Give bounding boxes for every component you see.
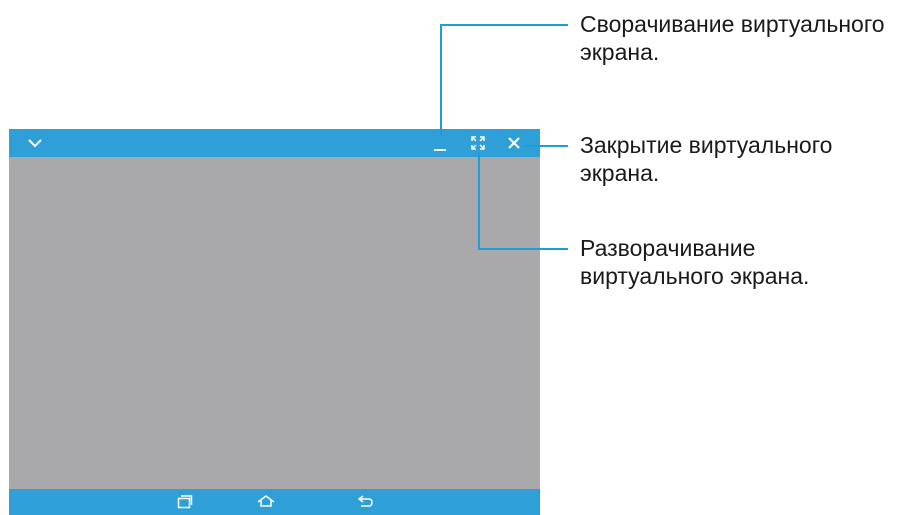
back-icon[interactable] (357, 494, 375, 508)
callout-label-minimize: Сворачивание виртуального экрана. (580, 10, 905, 66)
callout-label-close-line2: экрана. (580, 160, 660, 186)
recent-apps-icon[interactable] (177, 495, 193, 509)
virtual-screen-title-bar (9, 129, 540, 157)
callout-label-close-line1: Закрытие виртуального (580, 132, 833, 158)
callout-label-close: Закрытие виртуального экрана. (580, 131, 905, 187)
callout-label-minimize-line1: Сворачивание виртуального (580, 11, 885, 37)
home-icon[interactable] (256, 494, 276, 508)
minimize-icon[interactable] (433, 135, 447, 153)
callout-label-maximize-line2: виртуального экрана. (580, 263, 810, 289)
callout-label-maximize: Разворачивание виртуального экрана. (580, 234, 905, 290)
callout-label-maximize-line1: Разворачивание (580, 235, 756, 261)
virtual-screen-window (9, 129, 540, 515)
callout-line-maximize-vertical (478, 152, 480, 249)
callout-line-close (522, 145, 568, 147)
maximize-icon[interactable] (471, 136, 485, 150)
callout-line-minimize-horizontal (440, 24, 568, 26)
close-icon[interactable] (507, 136, 521, 150)
chevron-down-icon[interactable] (27, 138, 43, 148)
callout-label-minimize-line2: экрана. (580, 39, 660, 65)
virtual-screen-nav-bar (9, 489, 540, 515)
stage: Сворачивание виртуального экрана. Закрыт… (0, 0, 909, 515)
callout-line-maximize-horizontal (478, 248, 568, 250)
callout-line-minimize-vertical (440, 24, 442, 136)
